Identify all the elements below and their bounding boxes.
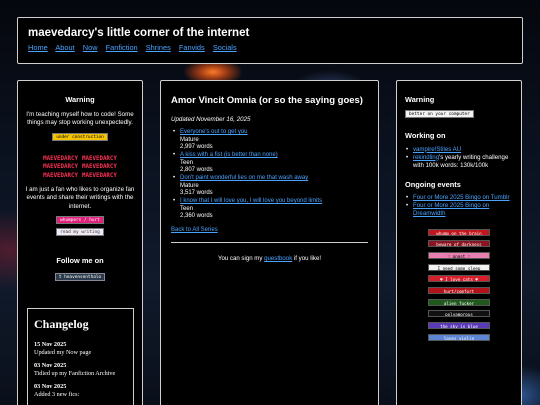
fic-item: A kiss with a fist (is better than none)… bbox=[171, 152, 368, 175]
fic-title-link[interactable]: I know that I will love you, I will love… bbox=[180, 198, 322, 204]
fic-list: Everyone's out to get you Mature 2,997 w… bbox=[171, 129, 368, 221]
event-item: Four or More 2025 Bingo on Tumblr bbox=[405, 194, 513, 202]
stamp: ♥ I love cats ♥ bbox=[428, 275, 490, 283]
left-sidebar: Warning I'm teaching myself how to code!… bbox=[17, 80, 143, 405]
ongoing-events-list: Four or More 2025 Bingo on Tumblr Four o… bbox=[405, 194, 513, 218]
guestbook-link[interactable]: guestbook bbox=[264, 255, 292, 262]
fic-word-count: 2,360 words bbox=[180, 213, 213, 220]
left-warning-text: I'm teaching myself how to code! Some th… bbox=[26, 110, 134, 126]
working-item-link[interactable]: vampire!Stiles AU bbox=[413, 146, 461, 153]
stamp: alien fucker bbox=[428, 298, 490, 306]
working-item: rekindling's yearly writing challenge wi… bbox=[405, 154, 513, 170]
back-to-all-series-link[interactable]: Back to All Series bbox=[171, 227, 368, 233]
fic-word-count: 2,997 words bbox=[180, 144, 213, 151]
event-link[interactable]: Four or More 2025 Bingo on Dreamwidth bbox=[413, 202, 489, 217]
main-nav: Home About Now Fanfiction Shrines Fanvid… bbox=[28, 43, 512, 52]
changelog-entry: Added 3 new fics: bbox=[34, 390, 80, 398]
changelog-box: Changelog 15 Nov 2025 Updated my Now pag… bbox=[27, 308, 134, 405]
nav-shrines-link[interactable]: Shrines bbox=[146, 43, 171, 52]
tumblr-follow-button[interactable]: t heavensenthalo bbox=[54, 273, 106, 282]
better-on-computer-button: better on your computer bbox=[405, 109, 474, 118]
nav-now-link[interactable]: Now bbox=[83, 43, 98, 52]
right-warning-heading: Warning bbox=[405, 95, 435, 104]
fic-word-count: 2,807 words bbox=[180, 167, 213, 174]
working-item: vampire!Stiles AU bbox=[405, 146, 513, 154]
stamp: I need some sleep bbox=[428, 263, 490, 271]
left-warning-heading: Warning bbox=[65, 95, 95, 104]
stamp: whump on the brain bbox=[428, 228, 490, 236]
fic-word-count: 3,517 words bbox=[180, 190, 213, 197]
read-my-writing-button[interactable]: read my writing bbox=[56, 227, 104, 236]
right-sidebar: Warning better on your computer Working … bbox=[396, 80, 522, 405]
nav-home-link[interactable]: Home bbox=[28, 43, 48, 52]
event-item: Four or More 2025 Bingo on Dreamwidth bbox=[405, 202, 513, 218]
changelog-date: 03 Nov 2025 bbox=[34, 382, 67, 390]
blink-text: MAEVEDARCY bbox=[43, 155, 78, 162]
fic-rating: Teen bbox=[180, 159, 194, 166]
site-title: maevedarcy's little corner of the intern… bbox=[28, 27, 250, 39]
divider bbox=[171, 242, 368, 244]
changelog-entry: Tidied up my Fanfiction Archive bbox=[34, 369, 116, 377]
fic-rating: Mature bbox=[180, 136, 199, 143]
fic-item: Everyone's out to get you Mature 2,997 w… bbox=[171, 129, 368, 152]
working-item-link[interactable]: rekindling bbox=[413, 154, 439, 161]
stamp-collection: whump on the brain beware of darkness ♡ an… bbox=[405, 228, 513, 341]
post-title: Amor Vincit Omnia (or so the saying goes… bbox=[171, 95, 363, 106]
main-content: Amor Vincit Omnia (or so the saying goes… bbox=[160, 80, 379, 405]
ongoing-events-heading: Ongoing events bbox=[405, 179, 461, 189]
nav-about-link[interactable]: About bbox=[55, 43, 74, 52]
stamp: the sky is blue bbox=[428, 322, 490, 330]
about-text: I am just a fan who likes to organize fa… bbox=[25, 186, 135, 210]
stamp: hurt/comfort bbox=[428, 286, 490, 294]
blink-text: MAEVEDARCY bbox=[43, 164, 78, 171]
blink-text: MAEVEDARCY bbox=[82, 155, 117, 162]
fic-title-link[interactable]: Everyone's out to get you bbox=[180, 129, 248, 135]
blink-text: MAEVEDARCY bbox=[43, 172, 78, 179]
changelog-entry: Updated my Now page bbox=[34, 348, 92, 356]
event-link[interactable]: Four or More 2025 Bingo on Tumblr bbox=[413, 194, 510, 201]
changelog-date: 03 Nov 2025 bbox=[34, 361, 67, 369]
working-on-heading: Working on bbox=[405, 130, 446, 140]
blink-text: MAEVEDARCY bbox=[82, 172, 117, 179]
stamp: ♡ angst ♡ bbox=[428, 251, 490, 259]
follow-heading: Follow me on bbox=[56, 255, 104, 265]
fic-rating: Teen bbox=[180, 205, 194, 212]
fic-title-link[interactable]: A kiss with a fist (is better than none) bbox=[180, 152, 278, 158]
fic-rating: Mature bbox=[180, 182, 199, 189]
nav-socials-link[interactable]: Socials bbox=[213, 43, 237, 52]
changelog-date: 15 Nov 2025 bbox=[34, 340, 67, 348]
stamp: loves violin bbox=[428, 333, 490, 341]
fic-item: I know that I will love you, I will love… bbox=[171, 198, 368, 221]
nav-fanvids-link[interactable]: Fanvids bbox=[179, 43, 205, 52]
stamp: beware of darkness bbox=[428, 240, 490, 248]
changelog-heading: Changelog bbox=[34, 317, 89, 331]
guestbook-text: You can sign my guestbook if you like! bbox=[217, 255, 322, 263]
post-date: Updated November 16, 2025 bbox=[171, 116, 251, 123]
blink-text: MAEVEDARCY bbox=[82, 164, 117, 171]
blink-grid: MAEVEDARCY MAEVEDARCY MAEVEDARCY MAEVEDARC… bbox=[24, 155, 136, 181]
nav-fanfiction-link[interactable]: Fanfiction bbox=[106, 43, 138, 52]
working-on-list: vampire!Stiles AU rekindling's yearly wr… bbox=[405, 146, 513, 170]
fic-item: Don't paint wonderful lies on me that wa… bbox=[171, 175, 368, 198]
whumpers-button[interactable]: whumpers / hurt bbox=[56, 215, 104, 224]
fic-title-link[interactable]: Don't paint wonderful lies on me that wa… bbox=[180, 175, 308, 181]
site-header: maevedarcy's little corner of the intern… bbox=[17, 17, 523, 64]
under-construction-button: under construction bbox=[52, 132, 108, 141]
stamp: polyamorous bbox=[428, 310, 490, 318]
